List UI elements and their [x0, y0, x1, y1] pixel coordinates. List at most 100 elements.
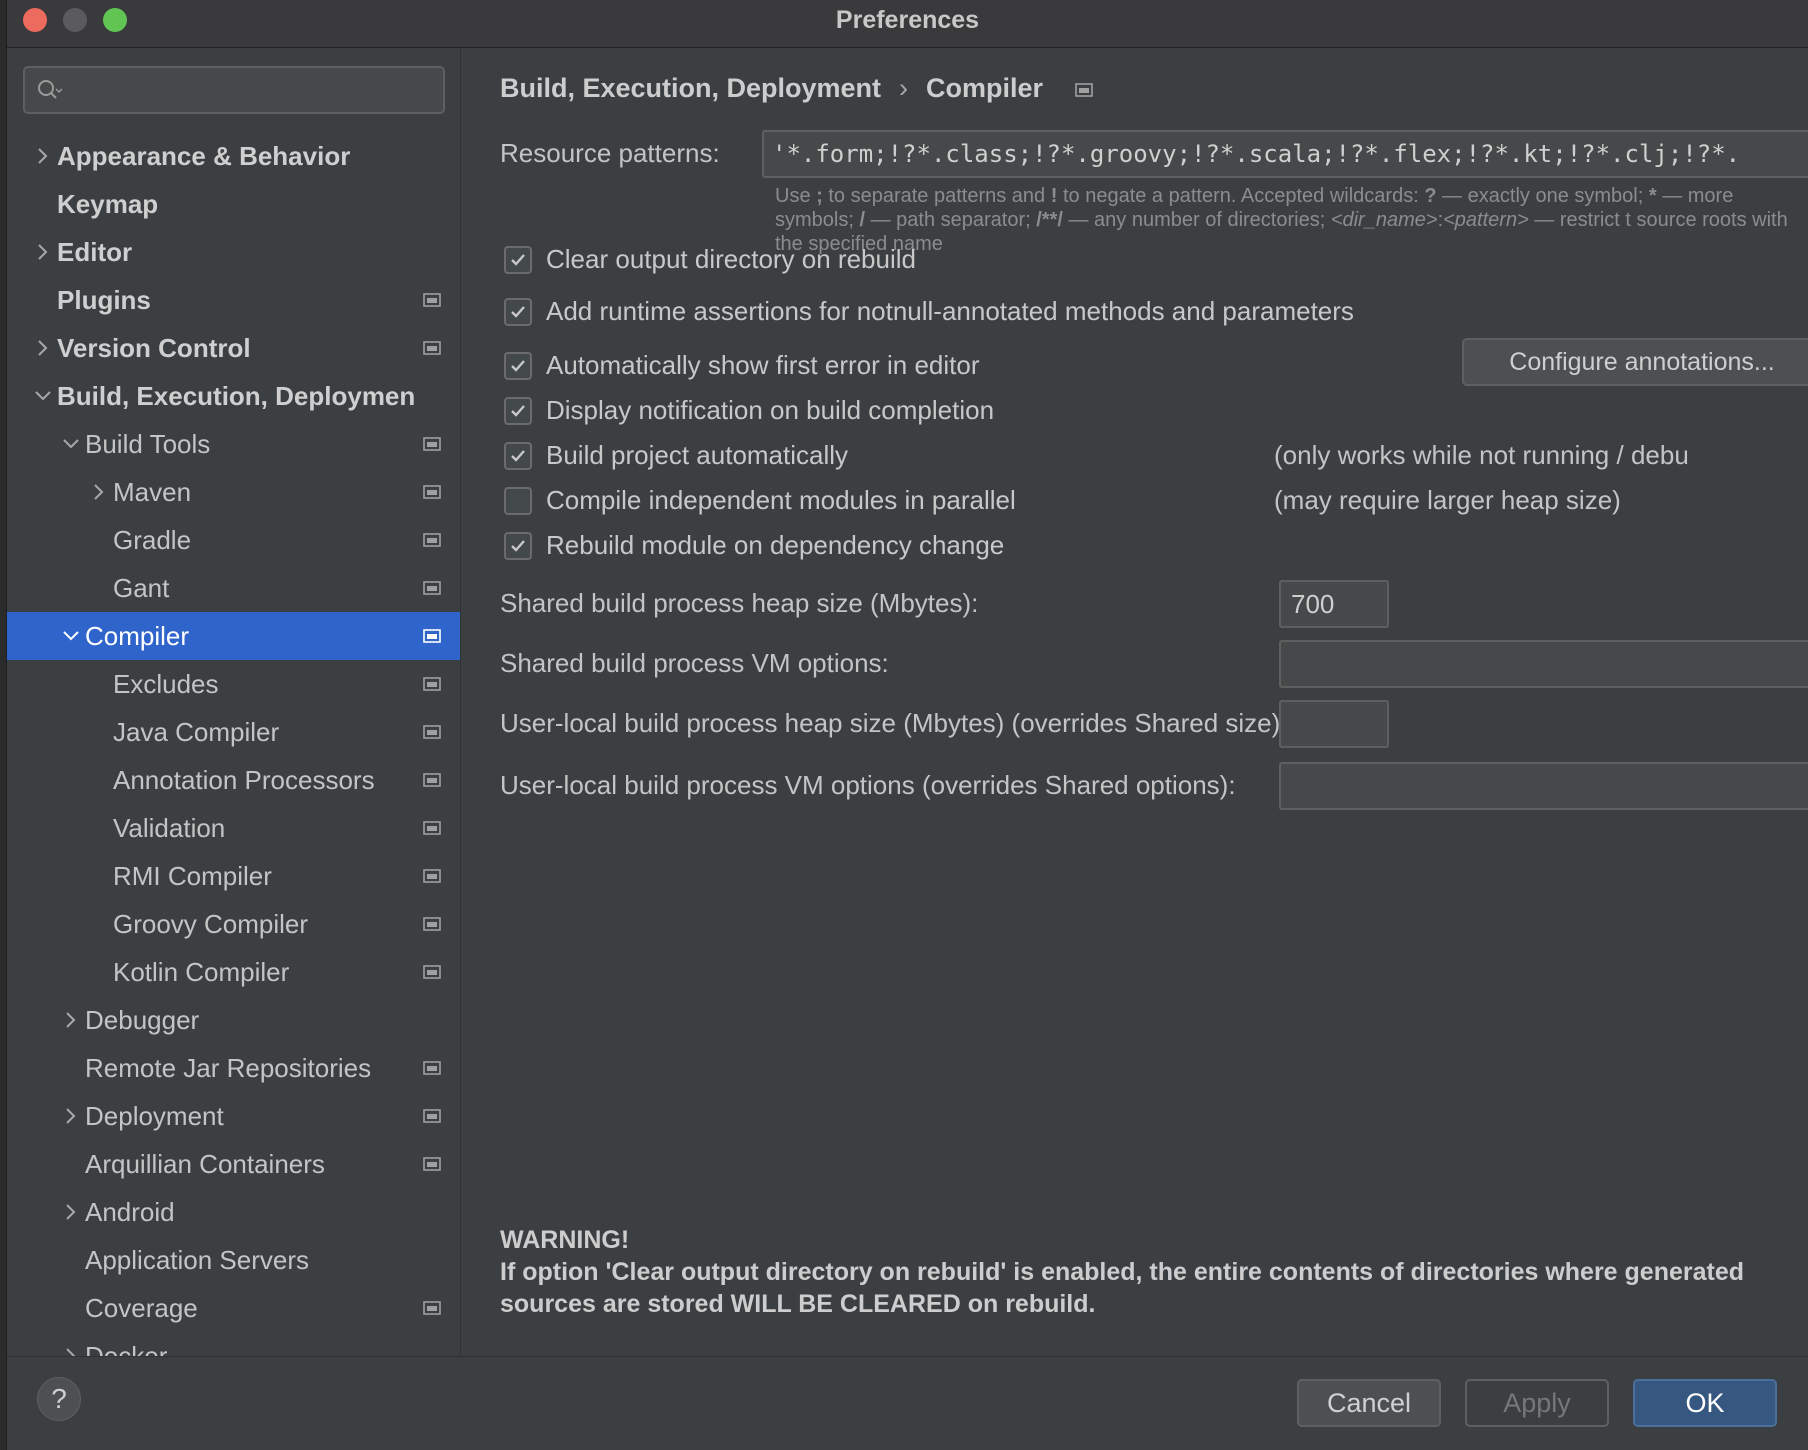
sidebar-item[interactable]: Java Compiler [7, 708, 460, 756]
project-level-icon [1074, 83, 1093, 97]
sidebar-item[interactable]: Compiler [7, 612, 460, 660]
sidebar-item[interactable]: Gradle [7, 516, 460, 564]
title-bar: Preferences [7, 0, 1808, 48]
shared-heap-input[interactable]: 700 [1279, 580, 1389, 628]
sidebar-item[interactable]: Application Servers [7, 1236, 460, 1284]
preferences-window: Preferences Appearance & Behavior Keymap E… [6, 0, 1808, 1450]
checkmark-icon [511, 254, 525, 266]
warning-text: If option 'Clear output directory on reb… [500, 1258, 1745, 1318]
window-title: Preferences [835, 6, 980, 34]
project-level-icon [423, 1301, 441, 1315]
sidebar-item[interactable]: Docker [7, 1332, 460, 1356]
chevron-down-icon[interactable] [59, 612, 83, 660]
sidebar-item[interactable]: Android [7, 1188, 460, 1236]
option-checkbox[interactable] [504, 532, 532, 560]
sidebar-item[interactable]: Keymap [7, 180, 460, 228]
sidebar-item[interactable]: Remote Jar Repositories [7, 1044, 460, 1092]
compiler-settings-panel: Build, Execution, Deployment › Compiler Re… [462, 48, 1808, 1356]
sidebar-item[interactable]: Deployment [7, 1092, 460, 1140]
sidebar-item[interactable]: Build, Execution, Deploymen [7, 372, 460, 420]
resource-patterns-input[interactable]: '*.form;!?*.class;!?*.groovy;!?*.scala;!… [762, 130, 1808, 178]
local-vm-input[interactable] [1279, 762, 1808, 810]
chevron-right-icon[interactable] [31, 132, 55, 180]
sidebar-item[interactable]: Editor [7, 228, 460, 276]
sidebar-item[interactable]: Debugger [7, 996, 460, 1044]
sidebar-item[interactable]: Annotation Processors [7, 756, 460, 804]
dialog-footer: ? Cancel Apply OK [7, 1356, 1808, 1450]
option-checkbox[interactable] [504, 246, 532, 274]
sidebar-item[interactable]: Version Control [7, 324, 460, 372]
breadcrumb-separator: › [899, 73, 909, 103]
sidebar-item-label: Maven [113, 477, 192, 507]
sidebar-item[interactable]: Arquillian Containers [7, 1140, 460, 1188]
sidebar-item[interactable]: Excludes [7, 660, 460, 708]
option-label[interactable]: Automatically show first error in editor [546, 350, 979, 381]
sidebar-item-label: Coverage [85, 1293, 198, 1323]
sidebar-item-label: Kotlin Compiler [113, 957, 290, 987]
configure-annotations-button[interactable]: Configure annotations... [1462, 338, 1808, 386]
chevron-right-icon[interactable] [59, 996, 83, 1044]
help-button[interactable]: ? [37, 1377, 81, 1421]
local-heap-input[interactable] [1279, 700, 1389, 748]
shared-vm-input[interactable] [1279, 640, 1808, 688]
checkmark-icon [511, 306, 525, 318]
sidebar-item-label: Excludes [113, 669, 219, 699]
project-level-icon [423, 533, 441, 547]
sidebar-item[interactable]: Groovy Compiler [7, 900, 460, 948]
project-level-icon [423, 965, 441, 979]
sidebar-item[interactable]: Plugins [7, 276, 460, 324]
chevron-right-icon[interactable] [59, 1188, 83, 1236]
sidebar-item[interactable]: Appearance & Behavior [7, 132, 460, 180]
breadcrumb-parent[interactable]: Build, Execution, Deployment [500, 73, 881, 103]
option-label[interactable]: Rebuild module on dependency change [546, 530, 1004, 561]
sidebar-item[interactable]: RMI Compiler [7, 852, 460, 900]
chevron-right-icon[interactable] [87, 468, 111, 516]
option-label[interactable]: Compile independent modules in parallel [546, 485, 1016, 516]
project-level-icon [423, 581, 441, 595]
option-label[interactable]: Display notification on build completion [546, 395, 994, 426]
sidebar-item-label: Validation [113, 813, 226, 843]
chevron-right-icon[interactable] [59, 1092, 83, 1140]
project-level-icon [423, 293, 441, 307]
sidebar-item[interactable]: Build Tools [7, 420, 460, 468]
project-level-icon [423, 1109, 441, 1123]
option-label[interactable]: Add runtime assertions for notnull-annot… [546, 296, 1354, 327]
sidebar-item-label: Gradle [113, 525, 192, 555]
chevron-right-icon[interactable] [31, 324, 55, 372]
sidebar-item-label: Annotation Processors [113, 765, 375, 795]
project-level-icon [423, 869, 441, 883]
option-checkbox[interactable] [504, 352, 532, 380]
option-note: (may require larger heap size) [1274, 485, 1621, 515]
settings-tree: Appearance & Behavior Keymap Editor Plugins… [7, 132, 460, 1356]
breadcrumb-current: Compiler [926, 73, 1044, 103]
chevron-right-icon[interactable] [59, 1332, 83, 1356]
sidebar-item[interactable]: Coverage [7, 1284, 460, 1332]
option-checkbox[interactable] [504, 298, 532, 326]
cancel-button[interactable]: Cancel [1297, 1379, 1441, 1427]
project-level-icon [423, 485, 441, 499]
settings-search-input[interactable] [23, 66, 445, 114]
project-level-icon [423, 341, 441, 355]
ok-button[interactable]: OK [1633, 1379, 1777, 1427]
option-label[interactable]: Clear output directory on rebuild [546, 244, 916, 275]
chevron-right-icon[interactable] [31, 228, 55, 276]
option-label[interactable]: Build project automatically [546, 440, 848, 471]
sidebar-item-label: Java Compiler [113, 717, 280, 747]
sidebar-item-label: Docker [85, 1341, 168, 1356]
chevron-down-icon[interactable] [31, 372, 55, 420]
project-level-icon [423, 1061, 441, 1075]
option-checkbox[interactable] [504, 397, 532, 425]
sidebar-item[interactable]: Gant [7, 564, 460, 612]
sidebar-item-label: Keymap [57, 189, 159, 219]
sidebar-item[interactable]: Kotlin Compiler [7, 948, 460, 996]
project-level-icon [423, 437, 441, 451]
apply-button[interactable]: Apply [1465, 1379, 1609, 1427]
option-checkbox[interactable] [504, 487, 532, 515]
chevron-down-icon[interactable] [59, 420, 83, 468]
option-checkbox[interactable] [504, 442, 532, 470]
sidebar-item[interactable]: Maven [7, 468, 460, 516]
sidebar-item-label: Build, Execution, Deploymen [57, 381, 416, 411]
sidebar-item[interactable]: Validation [7, 804, 460, 852]
sidebar-item-label: Groovy Compiler [113, 909, 309, 939]
local-vm-label: User-local build process VM options (ove… [500, 770, 1236, 800]
